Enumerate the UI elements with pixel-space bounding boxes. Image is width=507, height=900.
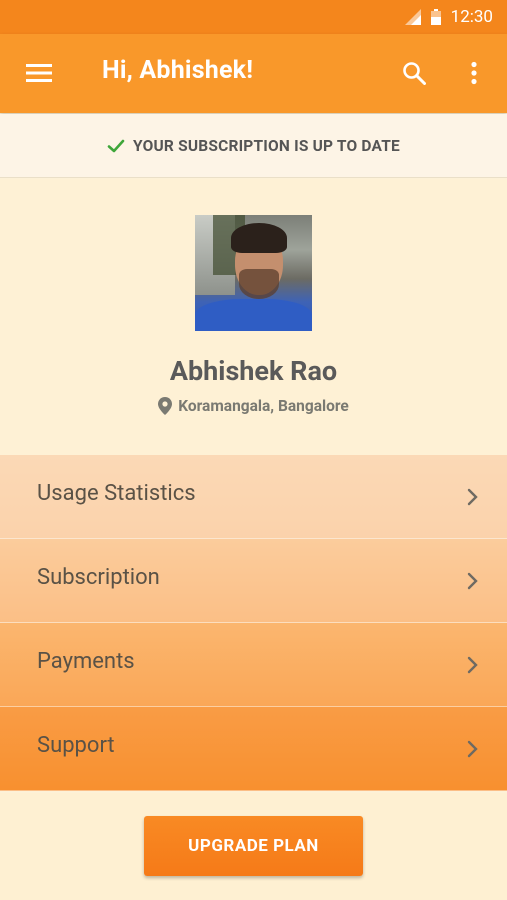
avatar-beard — [239, 269, 279, 299]
menu-icon — [26, 64, 52, 82]
page-title: Hi, Abhishek! — [102, 56, 254, 85]
more-vert-icon — [471, 61, 477, 85]
signal-icon — [404, 9, 421, 25]
menu-item-label: Usage Statistics — [37, 481, 196, 506]
avatar-shirt — [195, 299, 312, 331]
avatar-hair — [231, 223, 287, 253]
footer: UPGRADE PLAN — [0, 793, 507, 900]
more-options-button[interactable] — [460, 56, 488, 90]
app-bar: Hi, Abhishek! — [0, 34, 507, 113]
status-time: 12:30 — [450, 7, 493, 27]
battery-icon — [430, 9, 441, 25]
chevron-right-icon — [467, 740, 478, 758]
menu-item-label: Support — [37, 733, 115, 758]
profile-section: Abhishek Rao Koramangala, Bangalore — [0, 179, 507, 455]
search-icon — [403, 62, 426, 85]
search-button[interactable] — [397, 56, 431, 90]
menu-item-payments[interactable]: Payments — [0, 623, 507, 707]
menu-item-support[interactable]: Support — [0, 707, 507, 791]
menu-item-label: Payments — [37, 649, 135, 674]
profile-location-text: Koramangala, Bangalore — [178, 397, 349, 415]
status-bar: 12:30 — [0, 0, 507, 34]
subscription-status-banner: YOUR SUBSCRIPTION IS UP TO DATE — [0, 114, 507, 178]
subscription-status-text: YOUR SUBSCRIPTION IS UP TO DATE — [133, 136, 400, 155]
account-menu: Usage Statistics Subscription Payments S… — [0, 455, 507, 791]
profile-screen: 12:30 Hi, Abhishek! YOUR SUBSCRIPTION IS… — [0, 0, 507, 900]
upgrade-plan-button[interactable]: UPGRADE PLAN — [144, 816, 363, 876]
menu-item-subscription[interactable]: Subscription — [0, 539, 507, 623]
avatar[interactable] — [195, 215, 312, 331]
profile-name: Abhishek Rao — [169, 355, 338, 387]
menu-button[interactable] — [22, 58, 56, 88]
chevron-right-icon — [467, 488, 478, 506]
profile-location: Koramangala, Bangalore — [0, 397, 507, 415]
chevron-right-icon — [467, 656, 478, 674]
location-pin-icon — [158, 397, 173, 415]
menu-item-label: Subscription — [37, 565, 160, 590]
check-icon — [107, 139, 125, 152]
chevron-right-icon — [467, 572, 478, 590]
menu-item-usage-statistics[interactable]: Usage Statistics — [0, 455, 507, 539]
